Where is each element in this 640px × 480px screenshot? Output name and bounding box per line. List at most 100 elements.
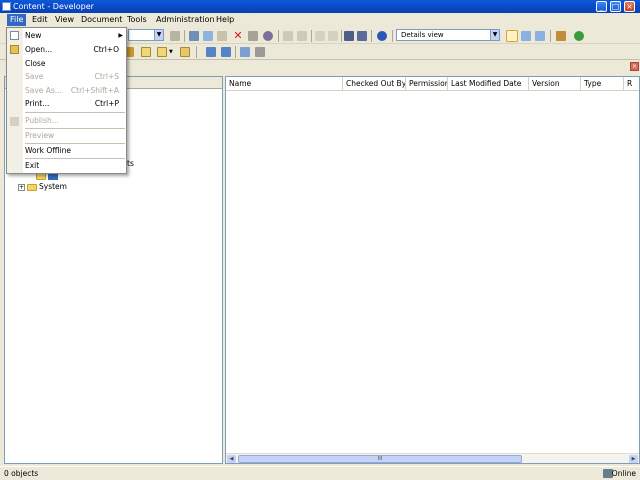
link-icon[interactable] xyxy=(240,47,250,57)
menu-item-exit[interactable]: Exit xyxy=(25,160,125,172)
menu-shortcut: Ctrl+O xyxy=(93,45,119,54)
submenu-arrow-icon: ▶ xyxy=(118,32,123,39)
column-header-name[interactable]: Name xyxy=(226,77,343,90)
menu-item-new[interactable]: New ▶ xyxy=(25,30,125,42)
menu-separator xyxy=(25,143,125,144)
object-count: 0 objects xyxy=(4,469,39,478)
menu-separator xyxy=(25,128,125,129)
chevron-down-icon[interactable]: ▼ xyxy=(490,30,499,40)
delete-icon[interactable]: ✕ xyxy=(233,30,243,41)
check-spelling-icon[interactable] xyxy=(357,31,367,41)
binoculars-icon[interactable] xyxy=(344,31,354,41)
menu-edit[interactable]: Edit xyxy=(29,14,51,26)
move-up-icon[interactable] xyxy=(206,47,216,57)
tree-item-system[interactable]: + System xyxy=(18,182,67,192)
folder-options-icon[interactable] xyxy=(556,31,566,41)
paste-icon[interactable] xyxy=(217,31,227,41)
window-title: Content - Developer xyxy=(13,2,94,11)
details-view-icon[interactable] xyxy=(506,30,518,42)
zoom-out-icon xyxy=(328,31,338,41)
split-view-icon[interactable] xyxy=(535,31,545,41)
menu-tools[interactable]: Tools xyxy=(124,14,150,26)
scroll-right-icon[interactable]: ▶ xyxy=(629,455,638,463)
toolbar-separator xyxy=(235,46,236,58)
cut-icon[interactable] xyxy=(189,31,199,41)
toolbar-separator xyxy=(278,30,279,42)
title-bar: Content - Developer _ □ × xyxy=(0,0,640,13)
copy-icon[interactable] xyxy=(203,31,213,41)
column-header-checked-out-by[interactable]: Checked Out By xyxy=(343,77,406,90)
menu-item-label: Close xyxy=(25,59,46,68)
open-folder-icon xyxy=(10,45,19,54)
move-item-icon[interactable] xyxy=(221,47,231,57)
menu-document[interactable]: Document xyxy=(78,14,125,26)
help-icon[interactable] xyxy=(377,31,387,41)
menu-item-label: Open... xyxy=(25,45,53,54)
expand-icon[interactable]: + xyxy=(18,183,25,191)
menu-bar: File Edit View Document Tools Administra… xyxy=(0,13,640,27)
file-menu-dropdown: New ▶ Open... Ctrl+O Close Save Ctrl+S S… xyxy=(6,27,127,174)
minimize-button[interactable]: _ xyxy=(596,1,607,12)
menu-item-close[interactable]: Close xyxy=(25,58,125,70)
chevron-down-icon[interactable]: ▼ xyxy=(169,47,175,57)
maximize-button[interactable]: □ xyxy=(610,1,621,12)
column-header-r[interactable]: R xyxy=(624,77,639,90)
column-header-type[interactable]: Type xyxy=(581,77,624,90)
redo-icon xyxy=(297,31,307,41)
menu-item-label: Exit xyxy=(25,161,40,170)
menu-shortcut: Ctrl+Shift+A xyxy=(70,86,119,95)
menu-item-publish: Publish... xyxy=(25,115,125,127)
menu-administration[interactable]: Administration xyxy=(153,14,218,26)
column-header-version[interactable]: Version xyxy=(529,77,581,90)
menu-file[interactable]: File xyxy=(7,14,27,26)
toolbar-separator xyxy=(371,30,372,42)
status-bar: 0 objects Online xyxy=(0,466,640,480)
document-list[interactable]: Name Checked Out By Permission Last Modi… xyxy=(225,76,640,464)
menu-item-print[interactable]: Print... Ctrl+P xyxy=(25,98,125,110)
menu-separator xyxy=(25,158,125,159)
column-header-permission[interactable]: Permission xyxy=(406,77,448,90)
check-in-icon[interactable] xyxy=(141,47,151,57)
edit-icon[interactable] xyxy=(180,47,190,57)
menu-help[interactable]: Help xyxy=(213,14,237,26)
undo-icon xyxy=(283,31,293,41)
scroll-thumb[interactable]: III xyxy=(238,455,522,463)
close-pane-icon[interactable]: × xyxy=(630,62,639,71)
disabled-tool-icon xyxy=(170,31,180,41)
toolbar-combo[interactable]: ▼ xyxy=(128,29,164,41)
tree-item-label: System xyxy=(39,182,67,191)
find-icon[interactable] xyxy=(263,31,273,41)
refresh-icon[interactable] xyxy=(574,31,584,41)
toolbar-separator xyxy=(184,30,185,42)
menu-item-save-as: Save As... Ctrl+Shift+A xyxy=(25,85,125,97)
close-window-button[interactable]: × xyxy=(624,1,635,12)
column-header-last-modified[interactable]: Last Modified Date xyxy=(448,77,529,90)
menu-item-work-offline[interactable]: Work Offline xyxy=(25,145,125,157)
menu-separator xyxy=(25,112,125,113)
scroll-left-icon[interactable]: ◀ xyxy=(227,455,236,463)
menu-item-label: Save As... xyxy=(25,86,62,95)
menu-shortcut: Ctrl+P xyxy=(94,99,119,108)
check-out-icon[interactable] xyxy=(157,47,167,57)
menu-shortcut: Ctrl+S xyxy=(94,72,119,81)
menu-item-label: Print... xyxy=(25,99,50,108)
properties-icon[interactable] xyxy=(248,31,258,41)
toolbar-separator xyxy=(196,46,197,58)
tree-item-partial[interactable]: ts xyxy=(127,159,134,169)
permissions-icon[interactable] xyxy=(255,47,265,57)
app-icon xyxy=(2,2,11,11)
menu-item-preview: Preview xyxy=(25,130,125,142)
menu-item-label: Publish... xyxy=(25,116,59,125)
menu-item-label: Save xyxy=(25,72,44,81)
connection-status: Online xyxy=(611,469,636,478)
menu-view[interactable]: View xyxy=(52,14,77,26)
menu-item-open[interactable]: Open... Ctrl+O xyxy=(25,44,125,56)
menu-item-label: Work Offline xyxy=(25,146,71,155)
horizontal-scrollbar[interactable]: ◀ III ▶ xyxy=(226,453,639,463)
toolbar-separator xyxy=(341,30,342,42)
chevron-down-icon: ▼ xyxy=(154,30,163,40)
list-view-icon[interactable] xyxy=(521,31,531,41)
column-headers: Name Checked Out By Permission Last Modi… xyxy=(226,77,639,91)
publish-icon xyxy=(10,117,19,126)
view-selector[interactable]: Details view ▼ xyxy=(396,29,500,41)
